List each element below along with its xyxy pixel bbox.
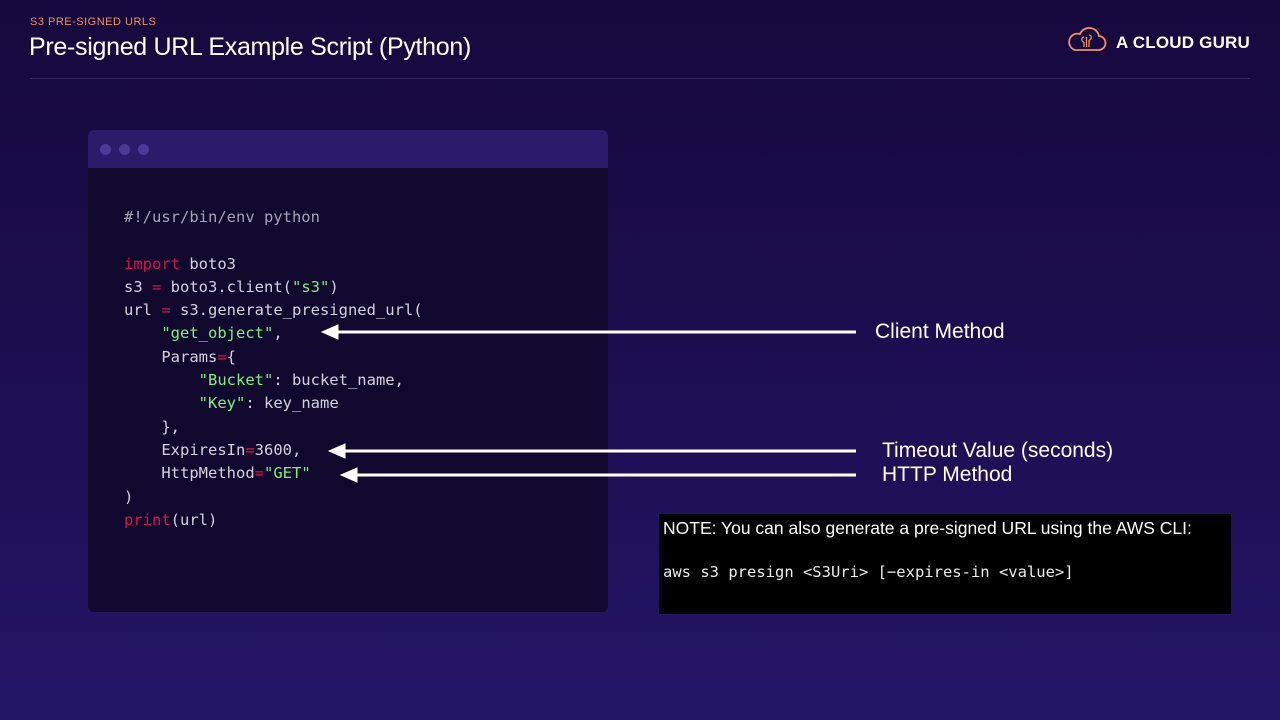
cli-note-command: aws s3 presign <S3Uri> [−expires-in <val… (663, 563, 1074, 581)
cli-note-text: NOTE: You can also generate a pre-signed… (663, 518, 1192, 538)
cli-note-box: NOTE: You can also generate a pre-signed… (659, 514, 1231, 614)
callout-timeout: Timeout Value (seconds) (882, 439, 1114, 462)
arrow-http-method (339, 467, 856, 483)
arrow-client-method (320, 324, 856, 340)
callout-http-method: HTTP Method (882, 463, 1013, 486)
callout-client-method: Client Method (875, 320, 1005, 343)
arrow-timeout (327, 443, 856, 459)
